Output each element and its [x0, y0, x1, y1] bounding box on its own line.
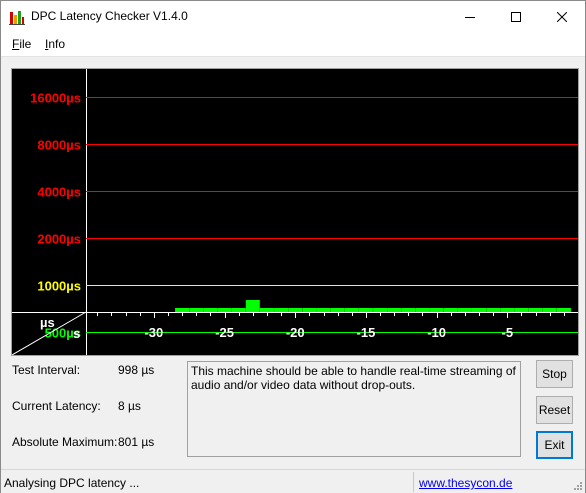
- y-tick-label: 16000µs: [30, 91, 81, 106]
- menu-file[interactable]: File: [12, 37, 31, 51]
- maximize-button[interactable]: [493, 1, 539, 32]
- latency-bar: [429, 308, 444, 312]
- current-latency-value: 8 µs: [118, 399, 141, 413]
- latency-bar: [415, 308, 430, 312]
- y-tick-label: 4000µs: [37, 185, 81, 200]
- latency-graph: 16000µs 8000µs 4000µs 2000µs 1000µs 500µs -30-…: [11, 68, 579, 356]
- x-tick-label: -20: [286, 325, 305, 340]
- minimize-button[interactable]: [447, 1, 493, 32]
- app-window: DPC Latency Checker V1.4.0 File Info 160…: [0, 0, 586, 493]
- latency-bar: [260, 308, 274, 312]
- latency-bar: [387, 308, 402, 312]
- status-bar: Analysing DPC latency ... www.thesycon.d…: [1, 469, 585, 493]
- latency-bar: [514, 308, 529, 312]
- x-tick-label: -15: [357, 325, 376, 340]
- latency-bar: [401, 308, 416, 312]
- stop-button[interactable]: Stop: [536, 360, 573, 388]
- latency-bar: [443, 308, 458, 312]
- latency-bar: [344, 308, 359, 312]
- website-link[interactable]: www.thesycon.de: [419, 476, 512, 490]
- title-bar[interactable]: DPC Latency Checker V1.4.0: [1, 1, 585, 32]
- close-button[interactable]: [539, 1, 585, 32]
- y-tick-label: 2000µs: [37, 232, 81, 247]
- window-title: DPC Latency Checker V1.4.0: [31, 9, 188, 23]
- x-tick-label: -5: [502, 325, 514, 340]
- app-bar-chart-icon: [9, 11, 25, 25]
- latency-bar: [189, 308, 204, 312]
- latency-bar: [175, 308, 190, 312]
- latency-bar: [373, 308, 388, 312]
- test-interval-value: 998 µs: [118, 363, 155, 377]
- menu-info-label: nfo: [48, 37, 66, 51]
- latency-bar: [528, 308, 543, 312]
- latency-bar: [358, 308, 373, 312]
- latency-bar: [556, 308, 571, 312]
- minimize-icon: [465, 16, 475, 18]
- absolute-maximum-value: 801 µs: [118, 435, 155, 449]
- latency-bar: [330, 308, 345, 312]
- latency-bar: [203, 308, 218, 312]
- latency-bar: [231, 308, 246, 312]
- latency-bar: [288, 308, 303, 312]
- maximize-icon: [511, 11, 521, 22]
- corner-unit-s: s: [73, 326, 80, 341]
- y-tick-label: 8000µs: [37, 138, 81, 153]
- close-icon: [557, 11, 567, 22]
- latency-bar: [274, 308, 289, 312]
- current-latency-label: Current Latency:: [12, 399, 101, 413]
- menu-info[interactable]: Info: [45, 37, 65, 51]
- x-tick-label: -10: [427, 325, 446, 340]
- status-text: Analysing DPC latency ...: [4, 476, 140, 490]
- menu-bar: File Info: [1, 32, 585, 57]
- y-tick-label: 1000µs: [37, 279, 81, 294]
- latency-bar: [302, 308, 317, 312]
- exit-button[interactable]: Exit: [536, 431, 573, 459]
- latency-bar: [217, 308, 232, 312]
- absolute-maximum-label: Absolute Maximum:: [12, 435, 118, 449]
- latency-bar: [472, 308, 486, 312]
- test-interval-label: Test Interval:: [12, 363, 81, 377]
- corner-unit-us: µs: [40, 315, 55, 330]
- latency-bar: [542, 308, 557, 312]
- latency-chart-svg: 16000µs8000µs4000µs2000µs1000µs500µs -30-…: [11, 69, 579, 356]
- latency-bar: [316, 308, 331, 312]
- menu-file-label: ile: [19, 37, 32, 51]
- latency-bar: [245, 300, 260, 312]
- latency-bar: [457, 308, 472, 312]
- status-separator: [413, 472, 414, 492]
- x-tick-label: -25: [215, 325, 234, 340]
- latency-bar: [486, 308, 501, 312]
- reset-button[interactable]: Reset: [536, 396, 573, 424]
- latency-bar: [500, 308, 515, 312]
- status-message-box: This machine should be able to handle re…: [187, 361, 521, 457]
- resize-grip-icon[interactable]: [573, 481, 583, 491]
- x-tick-label: -30: [144, 325, 163, 340]
